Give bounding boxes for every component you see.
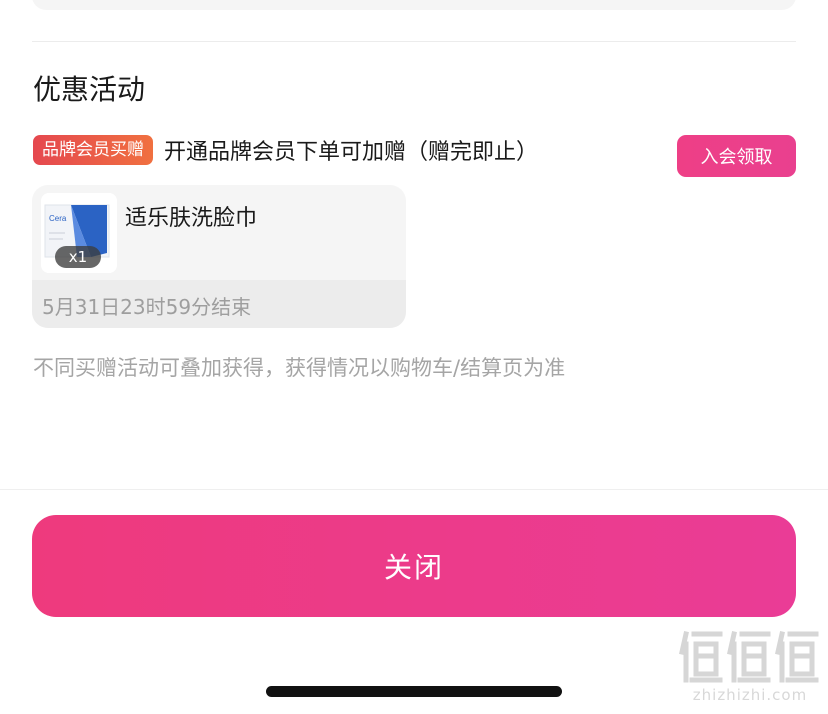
section-title: 优惠活动 [33,73,146,106]
join-member-button[interactable]: 入会领取 [677,135,796,177]
divider [32,41,796,42]
watermark-logo-icon [679,631,819,683]
gift-card[interactable]: Cera x1 适乐肤洗脸巾 5月31日23时59分结束 [32,185,406,328]
gift-name: 适乐肤洗脸巾 [125,206,258,231]
product-brand-text: Cera [49,214,67,223]
divider [0,489,828,490]
home-indicator [266,686,562,697]
promo-row: 品牌会员买赠 开通品牌会员下单可加赠（赠完即止） [33,134,538,166]
stacking-note: 不同买赠活动可叠加获得，获得情况以购物车/结算页为准 [33,356,566,380]
gift-deadline: 5月31日23时59分结束 [42,295,252,319]
previous-card [32,0,796,10]
close-button[interactable]: 关闭 [32,515,796,617]
promo-tag: 品牌会员买赠 [33,135,153,165]
promo-description: 开通品牌会员下单可加赠（赠完即止） [164,140,539,165]
watermark: zhizhizhi.com [678,626,822,714]
watermark-text: zhizhizhi.com [692,686,808,704]
quantity-badge: x1 [55,246,101,268]
